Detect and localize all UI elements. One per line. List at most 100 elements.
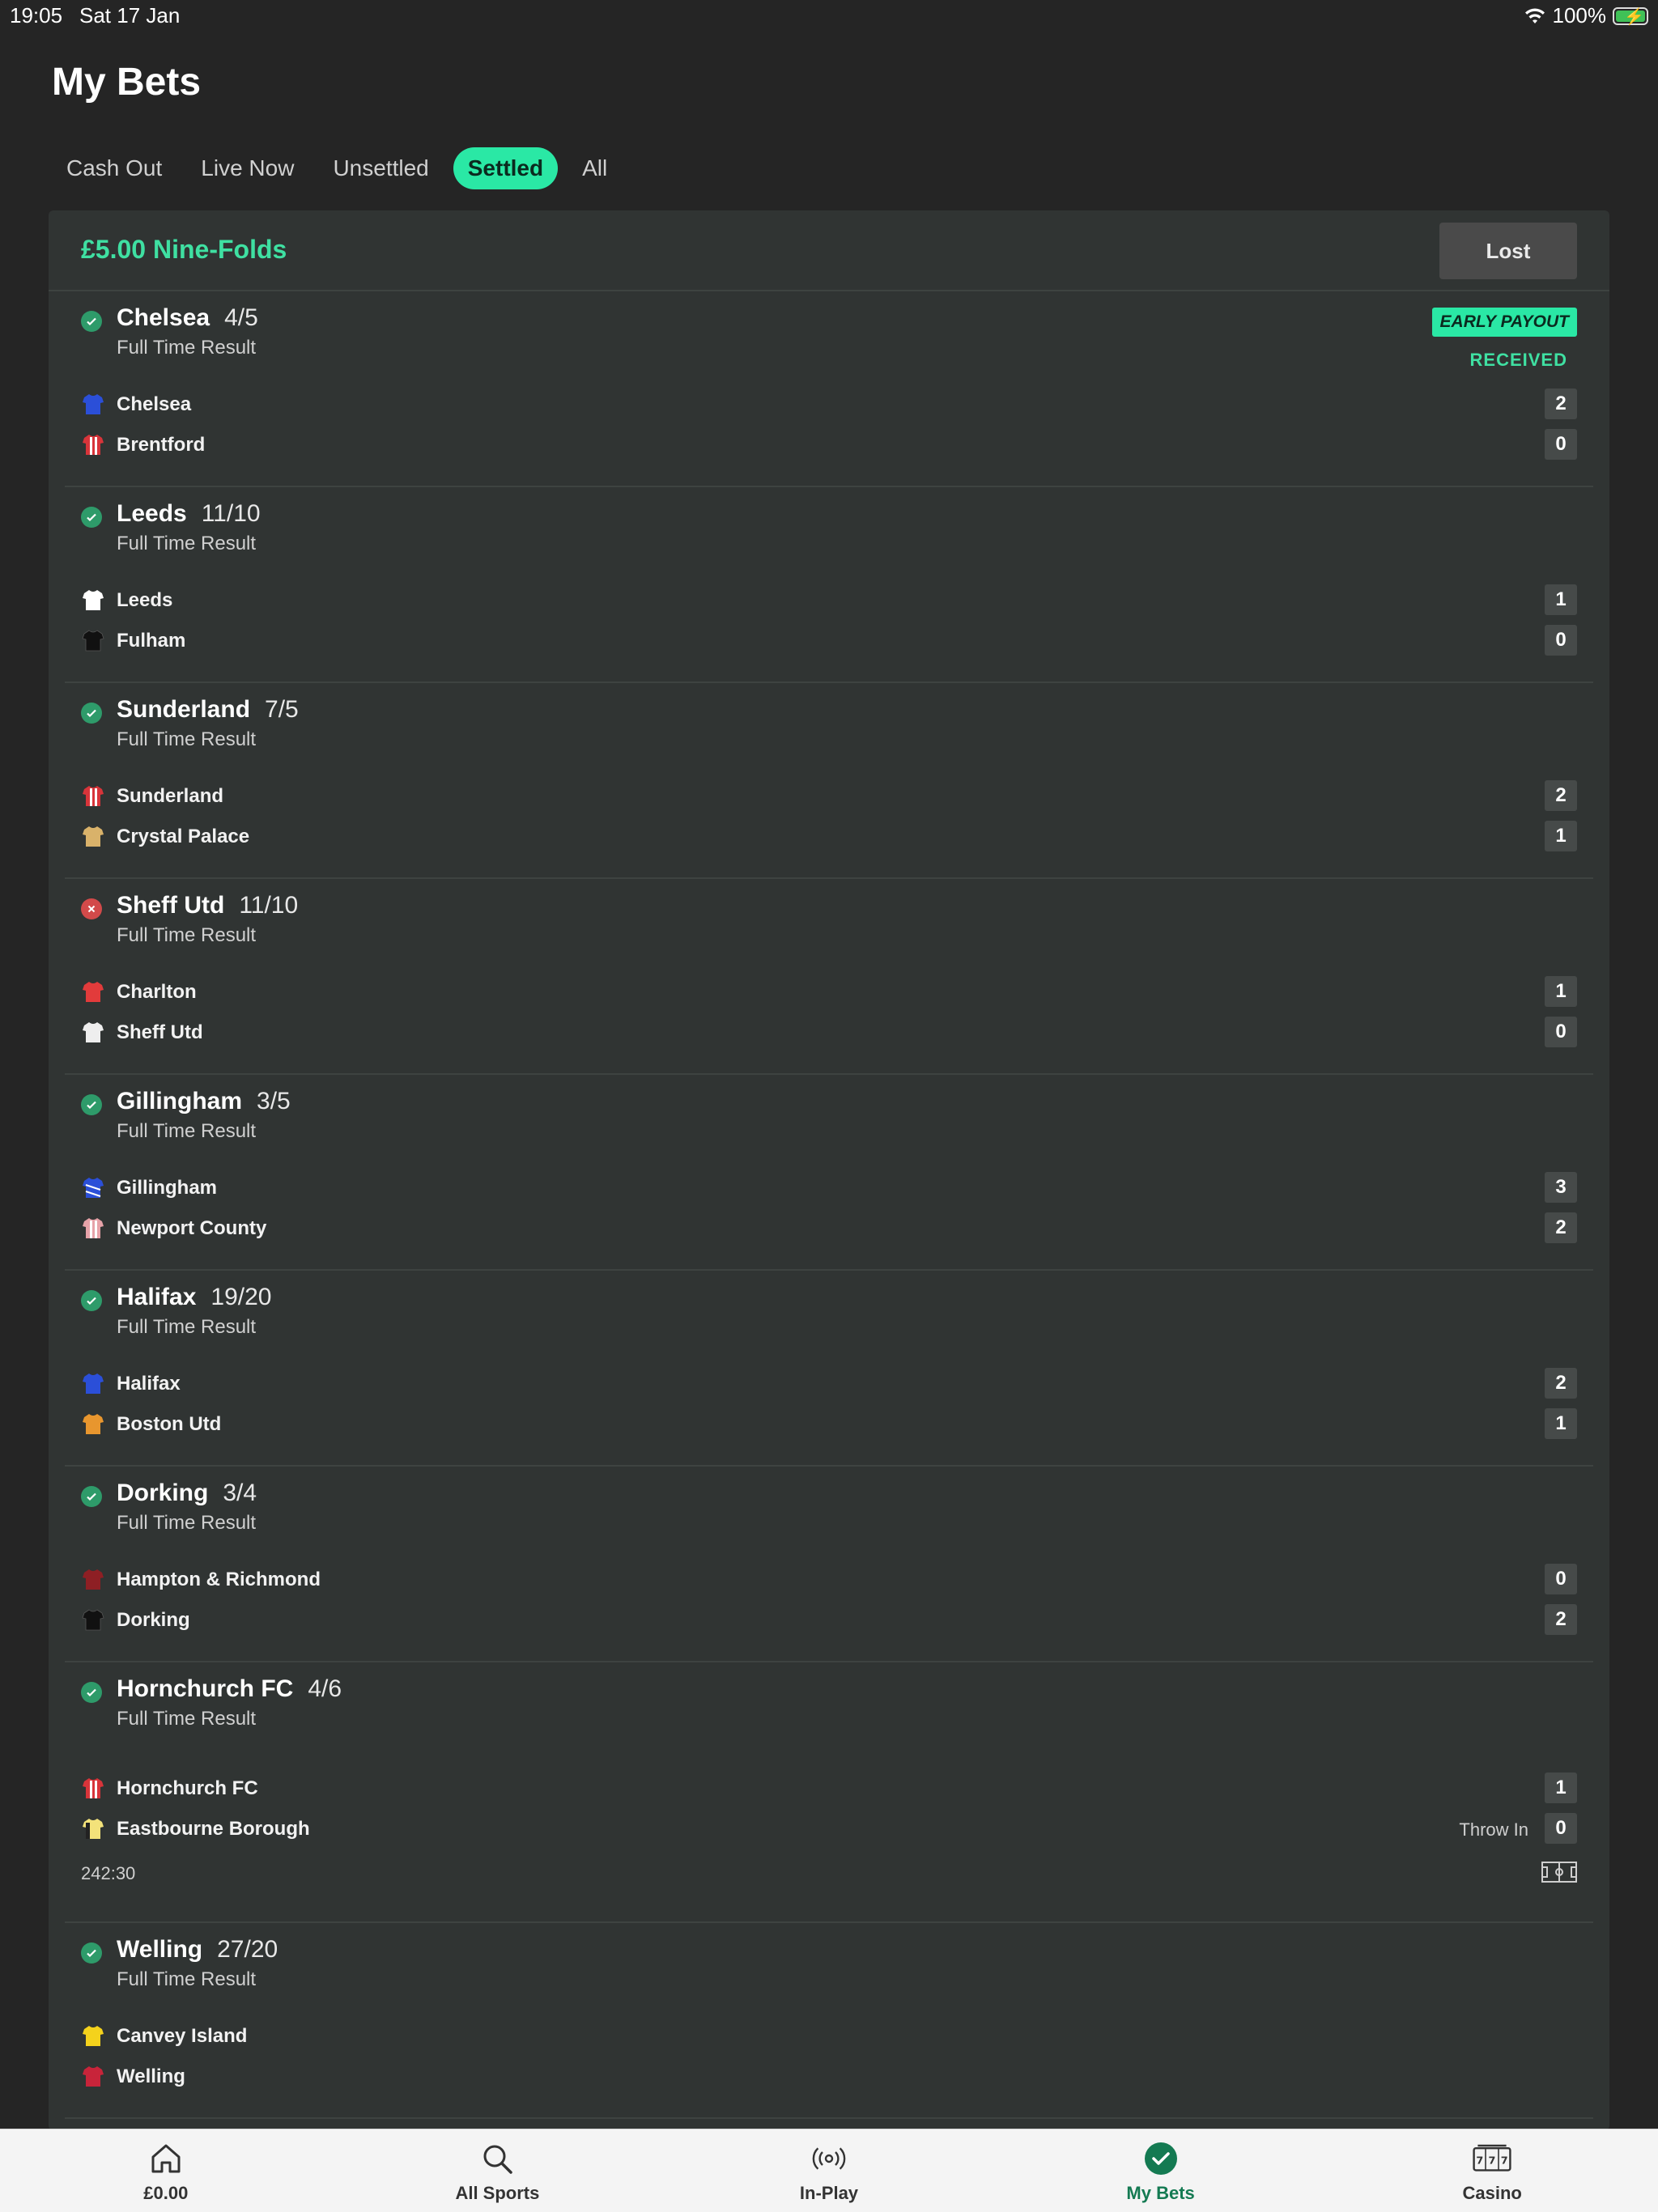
team-score: 1 (1545, 821, 1577, 851)
nav-home[interactable]: £0.00 (0, 2129, 332, 2212)
selection-sunderland[interactable]: Sunderland 7/5 Full Time Result Sunderlan… (65, 683, 1593, 879)
team-score: 0 (1545, 1564, 1577, 1594)
team-name: Canvey Island (117, 2025, 248, 2047)
bet-title: £5.00 Nine-Folds (81, 235, 287, 264)
selection-chelsea[interactable]: Chelsea 4/5 Full Time Result EARLY PAYOUT… (65, 291, 1593, 487)
selection-name: Welling 27/20 (117, 1936, 278, 1963)
lost-cross-icon (81, 898, 102, 919)
team-kit-icon (82, 630, 104, 652)
team-kit-icon (83, 590, 104, 610)
team-score: 0 (1545, 1813, 1577, 1844)
won-check-icon (81, 507, 102, 528)
status-date: Sat 17 Jan (79, 3, 181, 28)
team-row: Canvey Island (81, 2020, 1577, 2053)
bet-card-header: £5.00 Nine-Folds Lost (49, 210, 1609, 291)
selection-odds: 3/5 (257, 1088, 291, 1114)
market-name: Full Time Result (117, 1968, 257, 1990)
selection-odds: 7/5 (265, 696, 299, 723)
team-kit-icon (83, 2066, 104, 2087)
selection-name: Chelsea 4/5 (117, 304, 258, 331)
nav-label: In-Play (799, 2183, 859, 2203)
team-row: Hornchurch FC 1 (81, 1773, 1577, 1805)
tab-settled[interactable]: Settled (453, 147, 559, 189)
team-row: Eastbourne Borough Throw In 0 (81, 1813, 1577, 1845)
tab-unsettled[interactable]: Unsettled (318, 147, 443, 189)
team-score: 2 (1545, 1604, 1577, 1635)
market-name: Full Time Result (117, 728, 257, 750)
team-score: 0 (1545, 1017, 1577, 1047)
team-kit-icon (83, 394, 104, 414)
tab-cash-out[interactable]: Cash Out (52, 147, 176, 189)
selection-name: Hornchurch FC 4/6 (117, 1675, 342, 1702)
team-name: Charlton (117, 981, 197, 1003)
nav-label: £0.00 (143, 2183, 189, 2203)
nav-all-sports[interactable]: All Sports (332, 2129, 664, 2212)
team-score: 2 (1545, 780, 1577, 811)
selection-welling[interactable]: Welling 27/20 Full Time Result Canvey Isl… (65, 1923, 1593, 2119)
selection-gillingham[interactable]: Gillingham 3/5 Full Time Result Gillingha… (65, 1075, 1593, 1271)
market-name: Full Time Result (117, 337, 257, 359)
team-row: Dorking 2 (81, 1604, 1577, 1637)
battery-percent: 100% (1552, 3, 1607, 28)
won-check-icon (81, 1486, 102, 1507)
team-name: Welling (117, 2066, 185, 2087)
tab-live-now[interactable]: Live Now (186, 147, 308, 189)
team-name: Brentford (117, 434, 206, 456)
nav-my-bets[interactable]: My Bets (995, 2129, 1327, 2212)
team-name: Sunderland (117, 785, 224, 807)
svg-text:7: 7 (1501, 2155, 1508, 2167)
bet-status-button[interactable]: Lost (1439, 223, 1577, 279)
status-time: 19:05 (10, 3, 63, 28)
selection-halifax[interactable]: Halifax 19/20 Full Time Result Halifax 2 … (65, 1271, 1593, 1467)
nav-casino[interactable]: 777 Casino (1326, 2129, 1658, 2212)
selection-name: Sheff Utd 11/10 (117, 892, 299, 919)
won-check-icon (81, 703, 102, 724)
bet-card[interactable]: £5.00 Nine-Folds Lost Chelsea 4/5 Full Ti… (49, 210, 1609, 2130)
team-kit-icon (83, 1819, 104, 1839)
team-score: 2 (1545, 1212, 1577, 1243)
team-name: Eastbourne Borough (117, 1818, 310, 1840)
team-score: 2 (1545, 1368, 1577, 1399)
svg-text:7: 7 (1489, 2155, 1496, 2167)
team-row: Newport County 2 (81, 1212, 1577, 1245)
team-row: Leeds 1 (81, 584, 1577, 617)
selection-dorking[interactable]: Dorking 3/4 Full Time Result Hampton & Ri… (65, 1467, 1593, 1662)
team-score: 1 (1545, 1773, 1577, 1803)
team-kit-icon (83, 1178, 104, 1198)
tab-all[interactable]: All (568, 147, 622, 189)
team-score: 1 (1545, 584, 1577, 615)
nav-in-play[interactable]: In-Play (663, 2129, 995, 2212)
nav-label: Casino (1462, 2183, 1522, 2203)
won-check-icon (81, 1290, 102, 1311)
team-kit-icon (83, 1414, 104, 1434)
status-right: 100% ⚡ (1524, 3, 1648, 28)
team-name: Crystal Palace (117, 826, 250, 847)
team-kit-icon (82, 1609, 104, 1631)
team-kit-icon (83, 1569, 104, 1590)
nav-label: My Bets (1126, 2183, 1195, 2203)
team-row: Chelsea 2 (81, 388, 1577, 421)
selection-name: Halifax 19/20 (117, 1284, 272, 1310)
selection-hornchurch-fc[interactable]: Hornchurch FC 4/6 Full Time Result Hornch… (65, 1662, 1593, 1923)
team-kit-icon (83, 1022, 104, 1042)
check-circle-icon (1141, 2139, 1180, 2178)
selection-odds: 3/4 (223, 1480, 257, 1506)
team-kit-icon (83, 786, 104, 806)
status-bar: 19:05 Sat 17 Jan 100% ⚡ (0, 0, 1658, 32)
pitch-icon[interactable] (1541, 1862, 1577, 1883)
team-row: Charlton 1 (81, 976, 1577, 1008)
market-name: Full Time Result (117, 1120, 257, 1142)
selection-sheff-utd[interactable]: Sheff Utd 11/10 Full Time Result Charlton… (65, 879, 1593, 1075)
nav-label: All Sports (455, 2183, 540, 2203)
selection-leeds[interactable]: Leeds 11/10 Full Time Result Leeds 1 Fulh… (65, 487, 1593, 683)
slot-machine-icon: 777 (1473, 2139, 1511, 2178)
team-name: Hornchurch FC (117, 1777, 258, 1799)
live-icon (810, 2139, 848, 2178)
team-name: Dorking (117, 1609, 190, 1631)
won-check-icon (81, 311, 102, 332)
team-name: Leeds (117, 589, 173, 611)
team-score: 0 (1545, 429, 1577, 460)
svg-text:7: 7 (1477, 2155, 1484, 2167)
selection-odds: 27/20 (217, 1936, 278, 1963)
team-row: Brentford 0 (81, 429, 1577, 461)
